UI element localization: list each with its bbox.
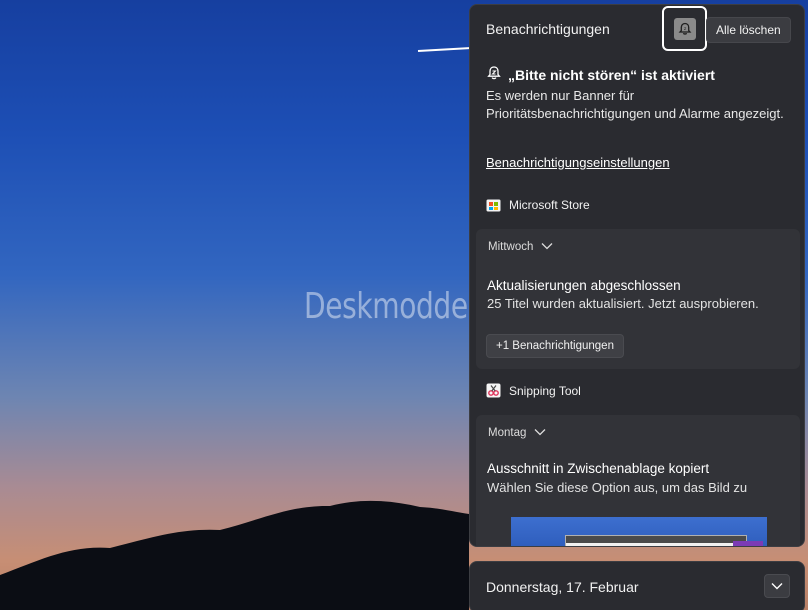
app-name: Snipping Tool bbox=[509, 383, 581, 398]
thumbnail-window bbox=[565, 535, 747, 546]
notification-card[interactable]: Mittwoch Aktualisierungen abgeschlossen … bbox=[476, 229, 800, 369]
dnd-status-title: „Bitte nicht stören“ ist aktiviert bbox=[508, 66, 715, 83]
snipping-tool-icon bbox=[486, 383, 501, 398]
notification-title: Aktualisierungen abgeschlossen bbox=[487, 278, 681, 293]
chevron-down-icon bbox=[771, 577, 783, 595]
calendar-header: Donnerstag, 17. Februar bbox=[469, 561, 805, 610]
app-name: Microsoft Store bbox=[509, 197, 590, 212]
group-day-label: Montag bbox=[488, 427, 527, 439]
svg-text:z: z bbox=[683, 27, 686, 32]
more-notifications-button[interactable]: +1 Benachrichtigungen bbox=[486, 334, 624, 358]
calendar-date: Donnerstag, 17. Februar bbox=[486, 579, 639, 595]
group-day-toggle[interactable]: Mittwoch bbox=[488, 241, 553, 253]
clear-all-button[interactable]: Alle löschen bbox=[706, 17, 791, 43]
notifications-title: Benachrichtigungen bbox=[486, 21, 610, 37]
notification-text: 25 Titel wurden aktualisiert. Jetzt ausp… bbox=[487, 296, 759, 311]
group-day-toggle[interactable]: Montag bbox=[488, 427, 546, 439]
notification-card[interactable]: Montag Ausschnitt in Zwischenablage kopi… bbox=[476, 415, 800, 546]
screenshot-thumbnail[interactable] bbox=[511, 517, 767, 546]
notification-header: Benachrichtigungen z Alle löschen bbox=[470, 5, 804, 53]
chevron-down-icon bbox=[534, 427, 546, 439]
chevron-down-icon bbox=[541, 241, 553, 253]
bell-snooze-icon: z bbox=[673, 17, 696, 40]
bell-snooze-icon bbox=[486, 65, 502, 84]
dnd-status-heading: „Bitte nicht stören“ ist aktiviert bbox=[486, 65, 715, 84]
group-day-label: Mittwoch bbox=[488, 241, 534, 253]
notification-center: Benachrichtigungen z Alle löschen „Bitte… bbox=[469, 4, 805, 547]
calendar-expand-button[interactable] bbox=[764, 574, 790, 598]
microsoft-store-icon bbox=[486, 197, 501, 212]
thumbnail-accent bbox=[733, 541, 763, 546]
app-header-snipping-tool: Snipping Tool bbox=[486, 383, 581, 398]
notification-title: Ausschnitt in Zwischenablage kopiert bbox=[487, 461, 710, 476]
notification-settings-link[interactable]: Benachrichtigungseinstellungen bbox=[486, 155, 670, 170]
notification-text: Wählen Sie diese Option aus, um das Bild… bbox=[487, 480, 748, 495]
do-not-disturb-toggle[interactable]: z bbox=[662, 6, 707, 51]
dnd-status-description: Es werden nur Banner für Prioritätsbenac… bbox=[486, 88, 784, 121]
app-header-microsoft-store: Microsoft Store bbox=[486, 197, 590, 212]
